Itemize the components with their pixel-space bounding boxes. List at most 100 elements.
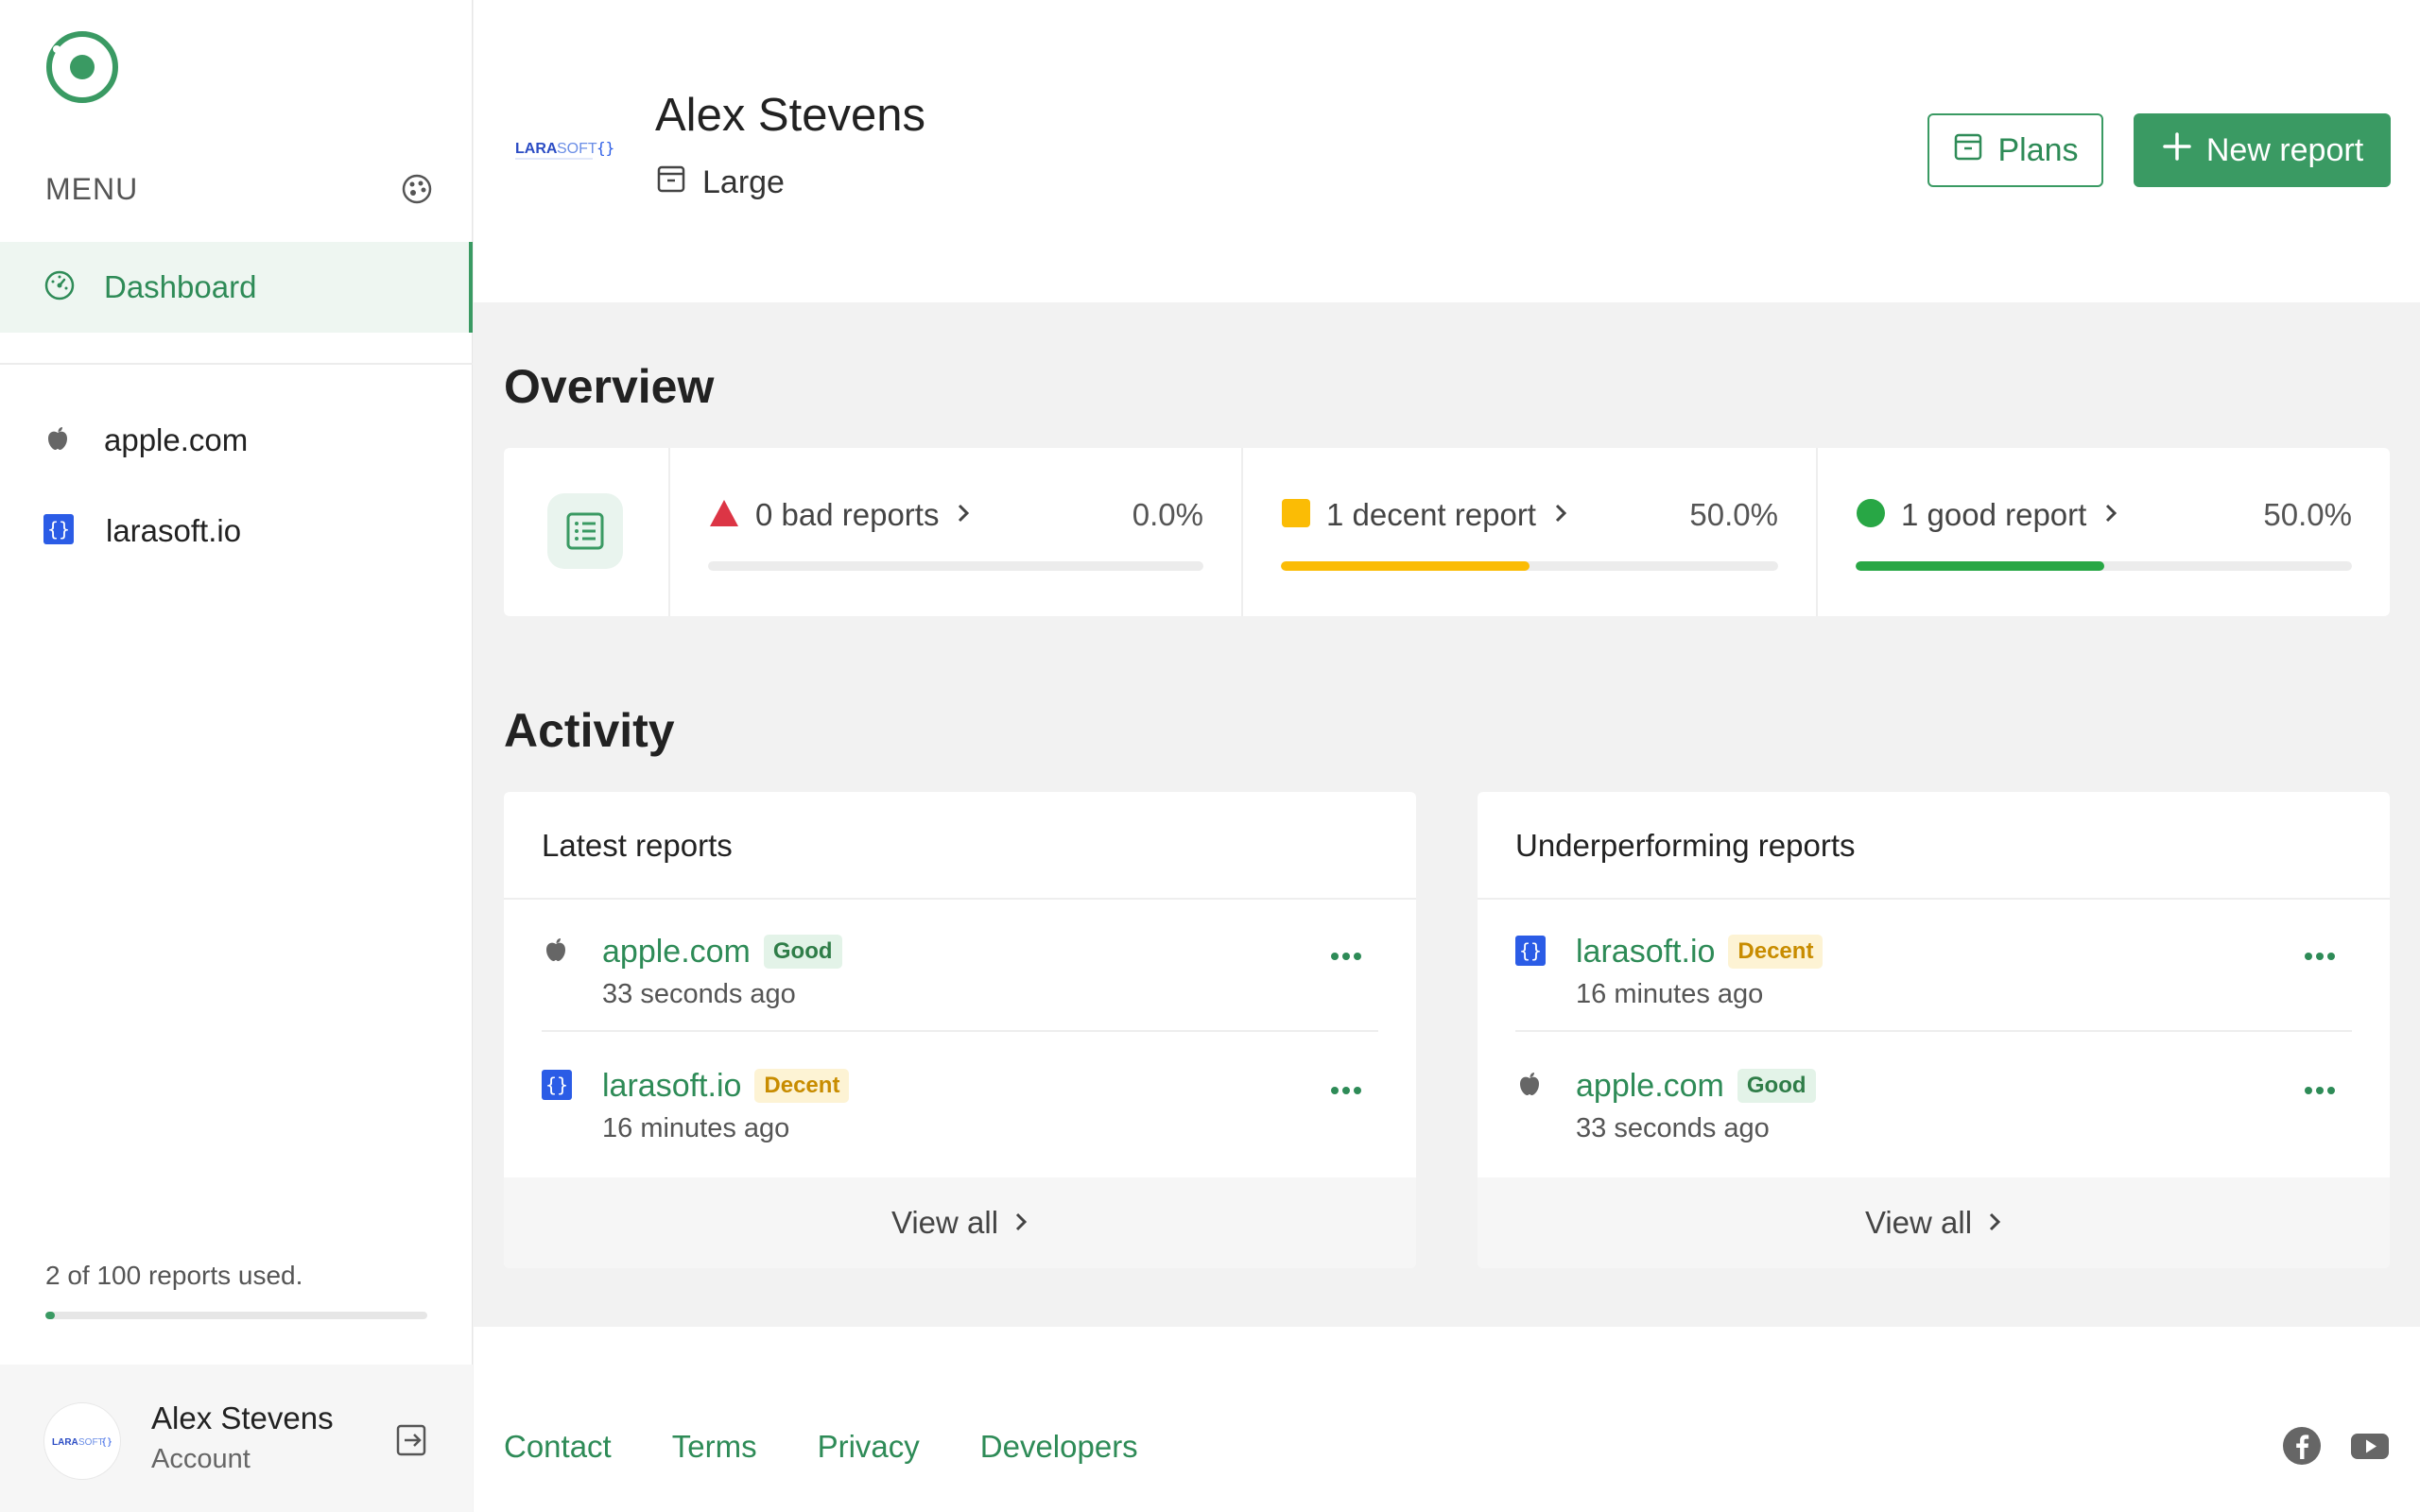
sidebar-item-label: apple.com: [104, 422, 249, 457]
report-site[interactable]: apple.com: [602, 934, 751, 970]
new-report-button[interactable]: New report: [2134, 113, 2391, 187]
report-link[interactable]: larasoft.io Decent: [1576, 934, 1824, 971]
report-link[interactable]: larasoft.io Decent: [602, 1068, 850, 1105]
more-options-icon[interactable]: [2303, 1083, 2337, 1098]
usage-text: 2 of 100 reports used.: [45, 1261, 303, 1290]
theme-palette-icon[interactable]: [401, 173, 433, 205]
apple-icon: [542, 936, 572, 966]
larasoft-logo: LARA SOFT {}: [513, 130, 617, 168]
svg-text:LARA: LARA: [515, 141, 558, 157]
view-all-button[interactable]: View all: [1478, 1177, 2390, 1268]
report-link[interactable]: apple.com Good: [1576, 1068, 1816, 1105]
report-time: 33 seconds ago: [602, 979, 796, 1009]
usage-progress-bar: [45, 1312, 427, 1319]
apple-icon: [1515, 1070, 1546, 1100]
footer-links: Contact Terms Privacy Developers: [504, 1429, 1199, 1465]
account-name: Alex Stevens: [151, 1400, 334, 1435]
stat-bad-reports[interactable]: 0 bad reports 0.0%: [670, 448, 1243, 616]
facebook-icon[interactable]: [2281, 1425, 2323, 1467]
card-title: Underperforming reports: [1515, 828, 1856, 863]
footer-link-privacy[interactable]: Privacy: [818, 1429, 920, 1465]
sidebar: MENU Dashboard apple.com {} larasoft.io …: [0, 0, 473, 1512]
stat-good-reports[interactable]: 1 good report 50.0%: [1818, 448, 2390, 616]
view-all-button[interactable]: View all: [504, 1177, 1416, 1268]
svg-text:{}: {}: [596, 139, 614, 157]
sidebar-item-dashboard[interactable]: Dashboard: [0, 242, 473, 333]
chevron-right-icon: [2103, 502, 2118, 529]
menu-label: MENU: [45, 171, 139, 206]
svg-text:{}: {}: [545, 1074, 568, 1096]
app-logo[interactable]: [43, 28, 121, 106]
stat-progress-bar: [1856, 561, 2352, 571]
report-site[interactable]: larasoft.io: [1576, 934, 1715, 970]
more-options-icon[interactable]: [2303, 949, 2337, 964]
sidebar-divider: [0, 363, 473, 365]
code-braces-icon: {}: [43, 513, 74, 549]
list-item: {} larasoft.io Decent 16 minutes ago: [542, 1034, 1378, 1166]
view-all-label: View all: [1864, 1205, 1973, 1240]
stat-percent: 50.0%: [2263, 497, 2352, 532]
activity-title: Activity: [504, 704, 675, 757]
plans-button[interactable]: Plans: [1927, 113, 2103, 187]
calendar-box-icon: [1952, 130, 1984, 171]
stat-progress-bar: [708, 561, 1203, 571]
stat-label: 0 bad reports: [755, 497, 940, 532]
svg-text:{}: {}: [1519, 939, 1542, 962]
menu-header: MENU: [45, 168, 433, 210]
speedometer-icon: [43, 269, 76, 306]
svg-text:{}: {}: [47, 518, 70, 541]
page-footer: Contact Terms Privacy Developers: [474, 1327, 2420, 1512]
report-list-icon: [547, 493, 623, 569]
footer-link-terms[interactable]: Terms: [672, 1429, 757, 1465]
overview-panel: 0 bad reports 0.0% 1 decent report 50.0%: [504, 448, 2390, 616]
triangle-icon: [708, 498, 740, 533]
youtube-icon[interactable]: [2349, 1425, 2391, 1467]
list-item: {} larasoft.io Decent 16 minutes ago: [1515, 900, 2352, 1032]
report-link[interactable]: apple.com Good: [602, 934, 842, 971]
avatar[interactable]: LARA SOFT {}: [43, 1402, 121, 1480]
chevron-right-icon: [1987, 1205, 2002, 1241]
report-time: 16 minutes ago: [1576, 979, 1764, 1009]
status-badge: Decent: [754, 1069, 850, 1103]
stat-progress-bar: [1281, 561, 1778, 571]
page-header: LARA SOFT {} Alex Stevens Large Plans Ne…: [474, 0, 2420, 302]
underperforming-reports-card: Underperforming reports {} larasoft.io De…: [1478, 792, 2390, 1268]
sidebar-item-larasoft[interactable]: {} larasoft.io: [43, 503, 241, 559]
plans-button-label: Plans: [1997, 131, 2079, 168]
overview-title: Overview: [504, 360, 715, 413]
footer-link-developers[interactable]: Developers: [980, 1429, 1138, 1465]
chevron-right-icon: [1013, 1205, 1028, 1241]
report-site[interactable]: larasoft.io: [602, 1068, 741, 1104]
report-time: 16 minutes ago: [602, 1113, 790, 1143]
account-link[interactable]: Account: [151, 1444, 251, 1475]
logout-icon[interactable]: [393, 1421, 431, 1459]
list-item: apple.com Good 33 seconds ago: [1515, 1034, 2352, 1166]
card-header: Underperforming reports: [1478, 792, 2390, 900]
page-title: Alex Stevens: [655, 90, 925, 141]
more-options-icon[interactable]: [1329, 949, 1363, 964]
card-title: Latest reports: [542, 828, 733, 863]
more-options-icon[interactable]: [1329, 1083, 1363, 1098]
card-header: Latest reports: [504, 792, 1416, 900]
svg-text:SOFT: SOFT: [557, 141, 597, 157]
status-badge: Good: [763, 935, 842, 969]
status-badge: Good: [1737, 1069, 1816, 1103]
stat-label: 1 good report: [1901, 497, 2087, 532]
code-braces-icon: {}: [542, 1070, 572, 1100]
footer-link-contact[interactable]: Contact: [504, 1429, 612, 1465]
latest-reports-card: Latest reports apple.com Good 33 seconds …: [504, 792, 1416, 1268]
chevron-right-icon: [1553, 502, 1568, 529]
report-time: 33 seconds ago: [1576, 1113, 1770, 1143]
usage-progress-fill: [45, 1312, 56, 1319]
sidebar-item-apple[interactable]: apple.com: [43, 412, 248, 469]
account-panel: LARA SOFT {} Alex Stevens Account: [0, 1365, 473, 1512]
plan-name: Large: [702, 164, 785, 200]
stat-decent-reports[interactable]: 1 decent report 50.0%: [1243, 448, 1818, 616]
stat-progress-fill: [1856, 561, 2104, 571]
report-site[interactable]: apple.com: [1576, 1068, 1724, 1104]
svg-text:SOFT: SOFT: [78, 1437, 104, 1448]
plus-icon: [2161, 130, 2193, 171]
status-badge: Decent: [1728, 935, 1824, 969]
new-report-label: New report: [2205, 131, 2364, 168]
stat-percent: 0.0%: [1132, 497, 1203, 532]
